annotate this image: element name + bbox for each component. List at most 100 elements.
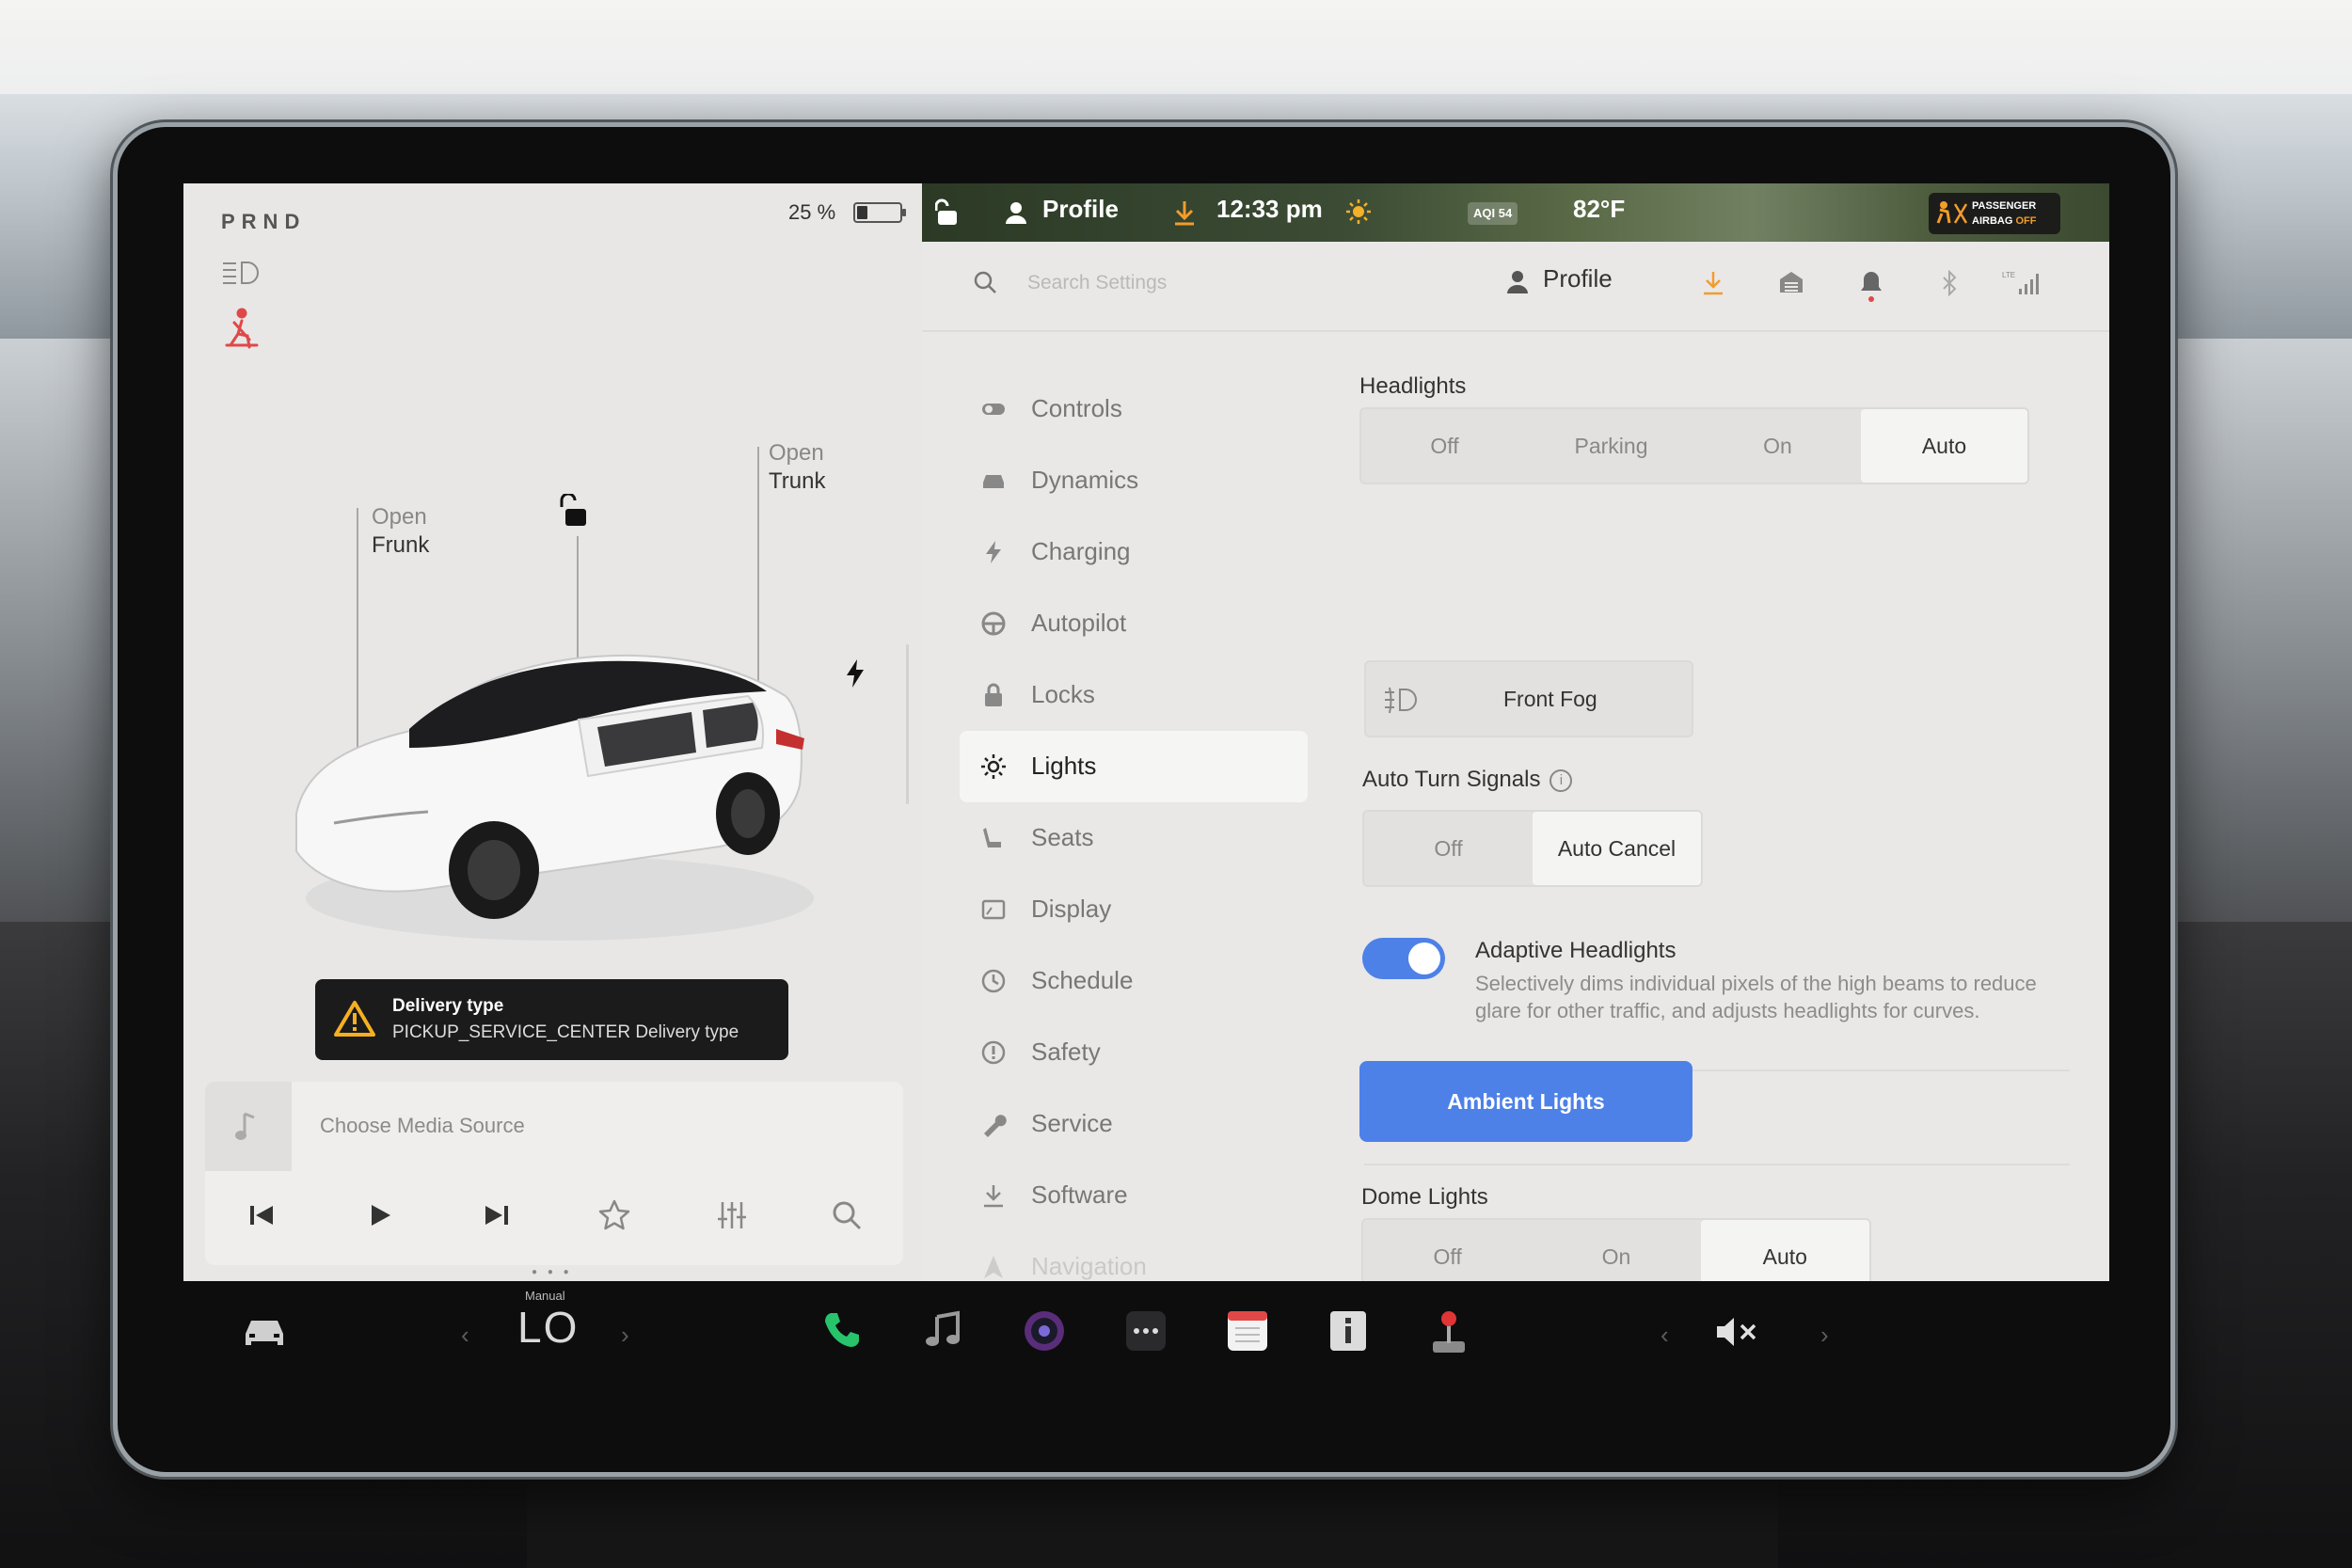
profile-icon xyxy=(1006,202,1026,224)
status-profile[interactable]: Profile xyxy=(1042,195,1119,224)
settings-nav-controls[interactable]: Controls xyxy=(960,373,1308,445)
steering-wheel-icon xyxy=(980,610,1007,637)
calendar-icon[interactable] xyxy=(1226,1309,1269,1353)
settings-nav-schedule[interactable]: Schedule xyxy=(960,945,1308,1017)
charge-port-bolt-icon[interactable] xyxy=(845,658,866,689)
phone-icon[interactable] xyxy=(821,1309,863,1351)
download-icon[interactable] xyxy=(1701,270,1725,296)
settings-nav-lights[interactable]: Lights xyxy=(960,731,1308,802)
settings-nav-navigation[interactable]: Navigation xyxy=(960,1231,1308,1281)
volume-down-chevron[interactable]: ‹ xyxy=(1661,1321,1669,1350)
info-icon[interactable]: i xyxy=(1549,769,1573,792)
auto-turn-signals-option-auto-cancel[interactable]: Auto Cancel xyxy=(1533,812,1701,885)
notification-bell-icon[interactable] xyxy=(1859,270,1883,302)
headlights-option-off[interactable]: Off xyxy=(1361,409,1528,483)
frunk-label: Frunk xyxy=(372,532,430,558)
bluetooth-icon[interactable] xyxy=(1940,270,1959,296)
open-trunk-button[interactable]: Open Trunk xyxy=(769,439,825,496)
trunk-label: Trunk xyxy=(769,468,826,494)
page-dots: ● ● ● xyxy=(532,1267,573,1277)
music-note-icon xyxy=(235,1112,255,1140)
previous-icon[interactable] xyxy=(243,1196,280,1234)
auto-turn-signals-title: Auto Turn Signals i xyxy=(1362,767,1573,793)
search-icon[interactable] xyxy=(828,1196,866,1234)
more-icon[interactable] xyxy=(1124,1309,1168,1353)
headlights-option-parking[interactable]: Parking xyxy=(1528,409,1694,483)
info-icon[interactable] xyxy=(1327,1309,1370,1353)
touchscreen: PRND 25 % Open Frunk Open Trunk Delivery… xyxy=(183,183,2109,1281)
sun-weather-icon xyxy=(1346,199,1371,224)
alert-circle-icon xyxy=(980,1039,1007,1066)
headlights-option-auto[interactable]: Auto xyxy=(1861,409,2027,483)
toggle-knob xyxy=(1410,1093,1442,1125)
toggle-icon xyxy=(980,396,1007,422)
cabin-temperature[interactable]: LO xyxy=(517,1302,579,1353)
settings-nav-locks[interactable]: Locks xyxy=(960,659,1308,731)
settings-profile-button[interactable]: Profile xyxy=(1543,264,1613,293)
settings-nav-charging[interactable]: Charging xyxy=(960,516,1308,588)
toast-body: PICKUP_SERVICE_CENTER Delivery type xyxy=(392,1022,739,1042)
clock: 12:33 pm xyxy=(1216,195,1323,223)
navigation-icon xyxy=(980,1254,1007,1280)
settings-nav-seats[interactable]: Seats xyxy=(960,802,1308,874)
settings-nav-service[interactable]: Service xyxy=(960,1088,1308,1160)
delivery-type-toast[interactable]: Delivery type PICKUP_SERVICE_CENTER Deli… xyxy=(315,979,788,1060)
settings-nav-software[interactable]: Software xyxy=(960,1160,1308,1231)
battery-fill xyxy=(857,206,867,219)
sun-icon xyxy=(980,753,1007,780)
settings-nav-display[interactable]: Display xyxy=(960,874,1308,945)
seat-icon xyxy=(980,825,1007,851)
headlights-option-on[interactable]: On xyxy=(1694,409,1861,483)
headlights-after-exit-toggle[interactable] xyxy=(1364,1088,1447,1130)
unlock-icon[interactable] xyxy=(560,494,592,528)
headlights-title: Headlights xyxy=(1359,373,1467,399)
volume-up-chevron[interactable]: › xyxy=(1820,1321,1829,1350)
settings-nav-label: Autopilot xyxy=(1031,609,1127,637)
garage-icon[interactable] xyxy=(1778,270,1804,294)
settings-nav-label: Software xyxy=(1031,1180,1128,1209)
aqi-badge: AQI 54 xyxy=(1468,202,1518,225)
settings-nav: Controls Dynamics Charging Autopilot Locks Li… xyxy=(960,373,1308,1281)
volume-muted-icon[interactable] xyxy=(1715,1315,1762,1349)
settings-nav-autopilot[interactable]: Autopilot xyxy=(960,588,1308,659)
headlights-selector: Off Parking On Auto xyxy=(1359,407,2029,484)
settings-nav-label: Schedule xyxy=(1031,966,1134,994)
profile-icon xyxy=(1507,271,1528,293)
download-icon[interactable] xyxy=(1172,198,1197,227)
adaptive-headlights-description: Selectively dims individual pixels of th… xyxy=(1475,972,2037,1022)
unlocked-icon[interactable] xyxy=(935,198,960,227)
clock-icon xyxy=(980,968,1007,994)
settings-nav-label: Charging xyxy=(1031,537,1131,565)
battery-percent: 25 % xyxy=(788,200,836,224)
music-icon[interactable] xyxy=(922,1309,963,1351)
airbag-line2: AIRBAG OFF xyxy=(1972,215,2036,227)
status-bar: Profile 12:33 pm 82°F AQI 54 PASSENGER A… xyxy=(922,183,2109,242)
car-panel-scrollbar[interactable] xyxy=(906,644,909,804)
front-fog-button[interactable]: Front Fog xyxy=(1364,660,1693,737)
auto-turn-signals-option-off[interactable]: Off xyxy=(1364,812,1533,885)
trunk-open-caption: Open xyxy=(769,440,824,466)
equalizer-icon[interactable] xyxy=(713,1196,751,1234)
fog-light-icon xyxy=(1385,687,1417,714)
car-icon xyxy=(980,467,1007,494)
joystick-icon[interactable] xyxy=(1427,1309,1470,1356)
search-settings-input[interactable]: Search Settings xyxy=(1027,272,1167,294)
car-icon[interactable] xyxy=(240,1313,289,1351)
lock-icon xyxy=(980,682,1007,708)
settings-nav-label: Seats xyxy=(1031,823,1094,851)
temp-decrease-chevron[interactable]: ‹ xyxy=(461,1321,469,1350)
settings-nav-dynamics[interactable]: Dynamics xyxy=(960,445,1308,516)
temp-increase-chevron[interactable]: › xyxy=(621,1321,629,1350)
open-frunk-button[interactable]: Open Frunk xyxy=(372,503,429,560)
settings-nav-safety[interactable]: Safety xyxy=(960,1017,1308,1088)
airbag-off-status: OFF xyxy=(2015,215,2037,227)
adaptive-headlights-toggle[interactable] xyxy=(1362,938,1445,979)
favorite-star-icon[interactable] xyxy=(596,1196,633,1234)
camera-icon[interactable] xyxy=(1023,1309,1066,1353)
headlights-after-exit-title: Headlights after Exit xyxy=(1477,1091,1679,1117)
next-icon[interactable] xyxy=(478,1196,516,1234)
play-icon[interactable] xyxy=(360,1196,398,1234)
media-source-selector[interactable]: Choose Media Source xyxy=(320,1114,525,1138)
toast-title: Delivery type xyxy=(392,996,504,1016)
display-icon xyxy=(980,896,1007,923)
